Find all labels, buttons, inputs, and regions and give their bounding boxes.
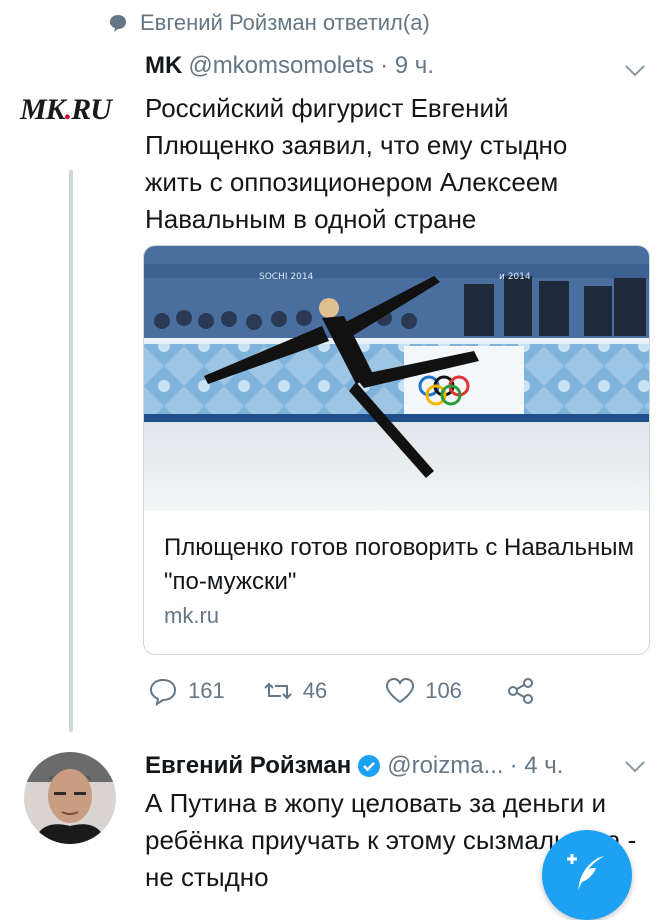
speech-bubble-icon [110,15,126,32]
reply-icon [149,678,177,706]
compose-quill-icon [567,854,604,890]
compose-tweet-button[interactable] [542,830,632,920]
reply-count: 161 [188,678,225,703]
card-domain[interactable]: mk.ru [164,603,634,629]
like-button[interactable]: 106 [385,676,462,706]
heart-icon [386,677,415,704]
card-body: Плющенко готов поговорить с Навальным "п… [164,531,634,629]
tweet1-header: MK @mkomsomolets · 9 ч. [145,52,434,80]
logo-text-ru: RU [71,93,112,126]
author-handle[interactable]: @mkomsomolets [188,52,374,80]
author-handle[interactable]: @roizma... [387,752,503,780]
chevron-down-icon[interactable] [624,64,646,78]
thread-line [69,170,73,732]
share-icon [507,678,533,704]
avatar[interactable] [24,752,116,844]
banner-text-1: SOCHI 2014 [259,272,314,282]
mk-logo[interactable]: MK.RU [20,93,112,127]
author-name[interactable]: MK [145,52,182,80]
share-button[interactable] [506,676,536,706]
verified-badge-icon [358,755,381,777]
card-image: SOCHI 2014 и 2014 [144,246,649,511]
reply-context-label: Евгений Ройзман ответил(а) [140,10,430,35]
tweet-time[interactable]: · 9 ч. [380,52,434,80]
tweet2-header: Евгений Ройзман @roizma... · 4 ч. [145,752,563,780]
retweet-icon [264,682,292,700]
tweet-time[interactable]: · 4 ч. [510,752,564,780]
retweet-button[interactable]: 46 [263,676,327,706]
tweet1-actions: 161 46 106 [148,676,536,706]
tweet1-text: Российский фигурист Евгений Плющенко зая… [145,93,568,234]
reply-button[interactable]: 161 [148,676,225,706]
chevron-down-icon[interactable] [624,760,646,774]
avatar-image [24,752,116,844]
banner-text-2: и 2014 [499,272,531,282]
link-card[interactable]: SOCHI 2014 и 2014 Плющенко готов поговор… [143,245,650,655]
retweet-count: 46 [302,678,328,703]
reply-context: Евгений Ройзман ответил(а) [108,10,430,36]
logo-text: MK [20,93,66,126]
author-name[interactable]: Евгений Ройзман [145,752,351,780]
like-count: 106 [425,678,462,703]
card-title[interactable]: Плющенко готов поговорить с Навальным "п… [164,531,634,599]
